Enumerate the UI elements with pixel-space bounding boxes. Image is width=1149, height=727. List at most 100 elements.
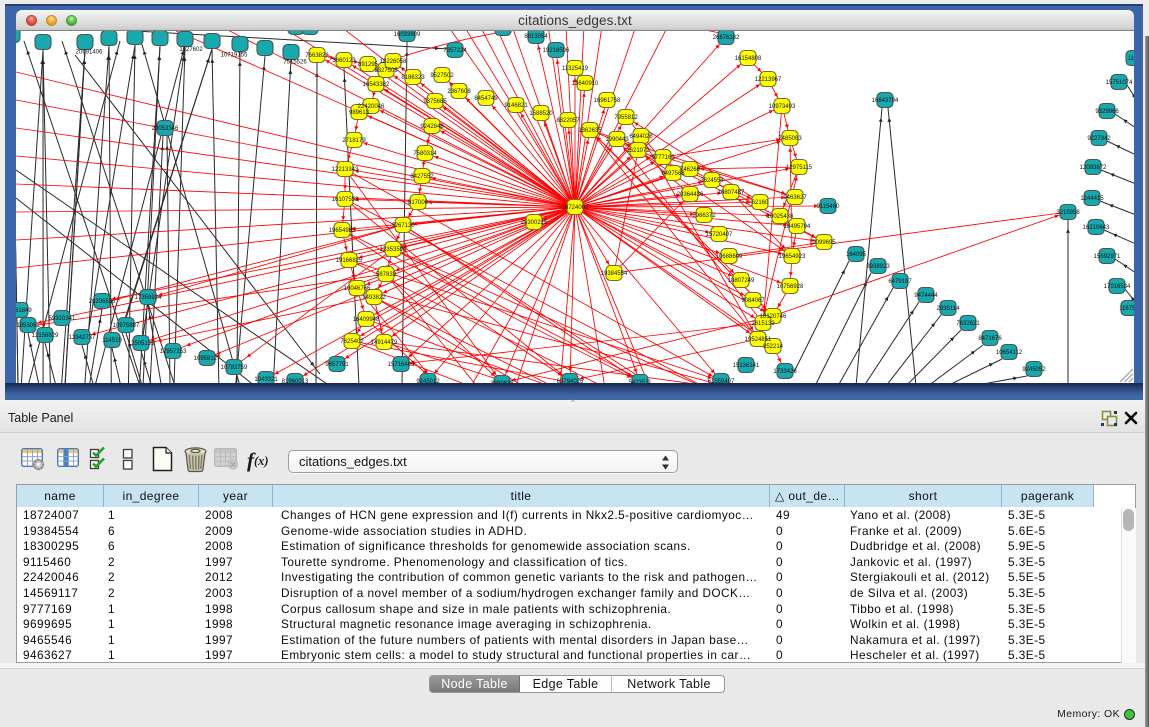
svg-text:1853061: 1853061 (16, 323, 40, 329)
svg-text:8938923: 8938923 (866, 264, 890, 270)
svg-text:18226058: 18226058 (380, 59, 407, 65)
svg-text:20364436: 20364436 (677, 192, 704, 198)
svg-text:9474444: 9474444 (914, 293, 938, 299)
svg-text:17957253: 17957253 (160, 349, 187, 355)
svg-text:1588520: 1588520 (529, 111, 553, 117)
svg-text:10756928: 10756928 (777, 284, 804, 290)
svg-text:9777169: 9777169 (651, 155, 675, 161)
svg-text:12942737: 12942737 (69, 335, 96, 341)
svg-text:1527602: 1527602 (179, 47, 203, 53)
svg-text:8186323: 8186323 (401, 75, 425, 81)
svg-text:8471676: 8471676 (978, 336, 1002, 342)
svg-text:9146821: 9146821 (504, 103, 528, 109)
svg-text:10046766: 10046766 (344, 286, 371, 292)
svg-text:7625402: 7625402 (340, 339, 364, 345)
svg-text:15716485: 15716485 (388, 362, 415, 368)
svg-text:12505135: 12505135 (128, 341, 155, 347)
svg-text:16107553: 16107553 (332, 197, 359, 203)
svg-text:9084067: 9084067 (741, 298, 765, 304)
svg-text:16543382: 16543382 (363, 82, 390, 88)
svg-text:7663822: 7663822 (305, 53, 329, 59)
svg-text:9527502: 9527502 (430, 73, 454, 79)
svg-text:9463627: 9463627 (783, 195, 807, 201)
svg-text:12093872: 12093872 (1080, 165, 1107, 171)
svg-text:10973493: 10973493 (769, 104, 796, 110)
svg-text:59310341: 59310341 (49, 316, 76, 322)
svg-text:1615132: 1615132 (751, 321, 775, 327)
svg-text:9099695: 9099695 (812, 240, 836, 246)
svg-text:7632621: 7632621 (956, 321, 980, 327)
svg-text:7955812: 7955812 (614, 115, 638, 121)
svg-text:14914479: 14914479 (371, 340, 398, 346)
svg-text:10120746: 10120746 (760, 314, 787, 320)
svg-text:17016534: 17016534 (1104, 284, 1131, 290)
svg-text:10807487: 10807487 (718, 190, 745, 196)
svg-text:15751074: 15751074 (1106, 80, 1133, 86)
svg-text:114519: 114519 (102, 338, 122, 344)
svg-text:(x): (x) (254, 454, 269, 468)
svg-text:9329966: 9329966 (1095, 109, 1119, 115)
svg-text:7580314: 7580314 (413, 151, 437, 157)
svg-text:9327509: 9327509 (374, 68, 398, 74)
svg-text:817006: 817006 (408, 200, 429, 206)
svg-text:10719155: 10719155 (221, 53, 248, 59)
svg-text:1112: 1112 (1128, 56, 1134, 62)
svg-text:15720407: 15720407 (706, 232, 733, 238)
svg-text:16154808: 16154808 (735, 56, 762, 62)
svg-text:62160: 62160 (752, 200, 769, 206)
svg-text:8161849: 8161849 (16, 308, 32, 314)
svg-text:19384554: 19384554 (601, 271, 628, 277)
svg-text:25300215: 25300215 (521, 220, 548, 226)
svg-text:9657791: 9657791 (325, 362, 349, 368)
svg-text:10975887: 10975887 (113, 323, 140, 329)
svg-text:252214: 252214 (763, 344, 784, 350)
svg-text:6494028: 6494028 (629, 134, 653, 140)
svg-text:1733426: 1733426 (773, 369, 797, 375)
svg-text:7357224: 7357224 (443, 48, 467, 54)
svg-text:2986372: 2986372 (692, 213, 716, 219)
svg-text:16961758: 16961758 (594, 98, 621, 104)
svg-text:1362635: 1362635 (578, 128, 602, 134)
svg-text:10782759: 10782759 (221, 365, 248, 371)
svg-text:12156829: 12156829 (32, 333, 59, 339)
svg-text:19166825: 19166825 (336, 258, 363, 264)
svg-text:7515526: 7515526 (283, 60, 307, 66)
svg-text:15136141: 15136141 (733, 363, 760, 369)
svg-text:16409948: 16409948 (353, 317, 380, 323)
svg-text:9227342: 9227342 (1087, 136, 1111, 142)
svg-text:6479197: 6479197 (888, 279, 912, 285)
svg-text:1990443: 1990443 (605, 137, 629, 143)
svg-text:9242848: 9242848 (420, 124, 444, 130)
svg-text:20691406: 20691406 (76, 50, 103, 56)
svg-text:8454749: 8454749 (474, 96, 498, 102)
svg-text:16643794: 16643794 (872, 98, 899, 104)
svg-text:3215958: 3215958 (1056, 210, 1080, 216)
svg-text:1621072: 1621072 (626, 148, 650, 154)
svg-text:19654985: 19654985 (329, 228, 356, 234)
svg-text:18724007: 18724007 (562, 205, 589, 211)
svg-text:2935114: 2935114 (937, 306, 961, 312)
svg-text:15692971: 15692971 (1094, 254, 1121, 260)
svg-text:989613: 989613 (349, 110, 370, 116)
svg-text:18807249: 18807249 (728, 278, 755, 284)
svg-text:13640910: 13640910 (572, 81, 599, 87)
svg-text:12975115: 12975115 (786, 165, 813, 171)
svg-text:10958127: 10958127 (194, 356, 221, 362)
svg-text:20206536: 20206536 (89, 299, 116, 305)
svg-text:587833: 587833 (376, 272, 397, 278)
svg-text:12213343: 12213343 (332, 167, 359, 173)
svg-text:12353594: 12353594 (380, 247, 407, 253)
svg-text:746266: 746266 (680, 167, 701, 173)
svg-text:1493822: 1493822 (362, 295, 386, 301)
svg-text:8427552: 8427552 (410, 174, 434, 180)
svg-text:18495794: 18495794 (784, 224, 811, 230)
svg-text:12213967: 12213967 (755, 77, 782, 83)
svg-text:16033809: 16033809 (394, 32, 421, 38)
svg-text:2367608: 2367608 (447, 89, 471, 95)
svg-text:3660123: 3660123 (332, 58, 356, 64)
svg-text:10654112: 10654112 (996, 350, 1023, 356)
svg-text:164095: 164095 (846, 252, 867, 258)
svg-text:20053346: 20053346 (152, 126, 179, 132)
svg-text:9375685: 9375685 (423, 99, 447, 105)
svg-text:3624554: 3624554 (700, 178, 724, 184)
